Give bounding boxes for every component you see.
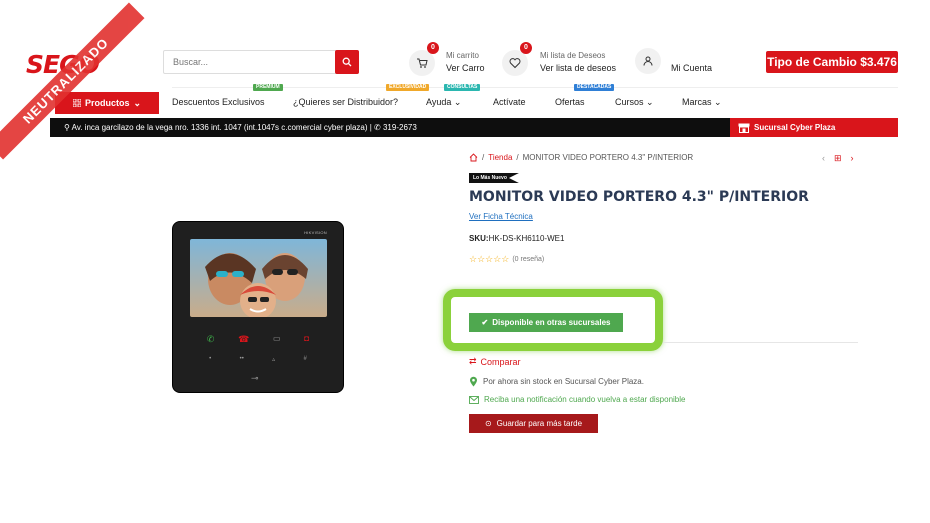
consultas-tag: CONSULTAS — [444, 84, 481, 91]
clock-icon: ⊙ — [484, 419, 492, 428]
sku: SKU:HK-DS-KH6110-WE1 — [469, 234, 564, 243]
review-count: (0 reseña) — [512, 256, 545, 263]
device-brand-label: HIKVISION — [304, 230, 327, 235]
cart-button[interactable]: 0 — [409, 42, 439, 76]
wishlist-button[interactable]: 0 — [502, 42, 532, 76]
exchange-rate-button[interactable]: Tipo de Cambio $3.476 — [766, 51, 898, 73]
grid-icon — [72, 99, 81, 107]
breadcrumb-current: MONITOR VIDEO PORTERO 4.3" P/INTERIOR — [522, 153, 694, 162]
stock-status: Por ahora sin stock en Sucursal Cyber Pl… — [469, 376, 644, 387]
nav-item-ayuda[interactable]: Ayuda ⌄ — [426, 97, 461, 108]
store-icon — [738, 123, 750, 133]
home-icon[interactable] — [469, 153, 478, 162]
dot-icon: • — [209, 356, 212, 362]
nav-cursos-label: Cursos — [615, 97, 644, 107]
chevron-down-icon: ⌄ — [133, 97, 142, 108]
compare-label: Comparar — [480, 356, 521, 367]
cart-count-badge: 0 — [427, 42, 439, 54]
key-icon: ⊸ — [251, 373, 259, 383]
search-button[interactable] — [335, 50, 359, 74]
triangle-icon: ▵ — [272, 357, 276, 363]
products-menu-button[interactable]: Productos ⌄ — [55, 92, 159, 114]
address-text: ⚲ Av. inca garcilazo de la vega nro. 133… — [64, 123, 417, 132]
destacadas-tag: DESTACADAS — [574, 84, 615, 91]
new-badge: Lo Más Nuevo — [469, 173, 519, 183]
account-link[interactable]: Mi Cuenta — [671, 62, 712, 75]
cart-label: Mi carrito — [446, 51, 479, 60]
chevron-down-icon: ⌄ — [646, 97, 654, 107]
user-icon — [643, 56, 653, 66]
nav-ayuda-label: Ayuda — [426, 97, 452, 107]
wishlist-link[interactable]: Mi lista de Deseos Ver lista de deseos — [540, 49, 616, 75]
heart-icon — [509, 58, 521, 69]
grid-view-icon[interactable]: ⊞ — [834, 153, 842, 164]
address-bar: ⚲ Av. inca garcilazo de la vega nro. 133… — [50, 118, 898, 137]
account-label: Mi Cuenta — [671, 63, 713, 73]
nav-item-cursos[interactable]: Cursos ⌄ — [615, 97, 654, 108]
cart-icon — [417, 58, 428, 68]
ellipsis-icon: •• — [239, 356, 244, 362]
account-button[interactable] — [635, 48, 661, 74]
device-screen-photo — [190, 239, 327, 317]
cart-link[interactable]: Mi carrito Ver Carro — [446, 49, 485, 75]
product-image[interactable]: HIKVISION ✆ ☎ ▭ ◘ • •• ▵ # ⊸ — [173, 222, 343, 392]
location-pin-icon: ⚲ — [64, 123, 70, 132]
address-line: Av. inca garcilazo de la vega nro. 1336 … — [71, 123, 372, 132]
location-pin-icon — [470, 376, 477, 387]
star-rating-icon: ☆☆☆☆☆ — [469, 254, 510, 264]
save-for-later-label: Guardar para más tarde — [496, 419, 583, 428]
search-box — [163, 50, 359, 74]
nav-marcas-label: Marcas — [682, 97, 712, 107]
bell-icon: ◘ — [304, 334, 310, 343]
hash-icon: # — [303, 356, 307, 362]
sku-label: SKU: — [469, 234, 489, 243]
divider — [663, 342, 858, 343]
next-product-icon[interactable]: › — [851, 153, 854, 164]
premium-tag: PREMIUM — [253, 84, 283, 91]
exclusividad-tag: EXCLUSIVIDAD — [386, 84, 430, 91]
sku-value: HK-DS-KH6110-WE1 — [488, 234, 565, 243]
availability-label: Disponible en otras sucursales — [492, 318, 611, 327]
view-wishlist-label: Ver lista de deseos — [540, 63, 617, 73]
availability-button[interactable]: ✔ Disponible en otras sucursales — [469, 313, 623, 332]
spec-sheet-link[interactable]: Ver Ficha Técnica — [469, 212, 533, 221]
nav-item-ofertas[interactable]: Ofertas — [555, 97, 585, 107]
phone-icon: ✆ — [374, 123, 381, 132]
save-for-later-button[interactable]: ⊙ Guardar para más tarde — [469, 414, 598, 433]
branch-label: Sucursal Cyber Plaza — [754, 123, 836, 132]
search-icon — [342, 57, 352, 67]
product-title: MONITOR VIDEO PORTERO 4.3" P/INTERIOR — [469, 189, 809, 205]
stock-status-text: Por ahora sin stock en Sucursal Cyber Pl… — [483, 377, 644, 386]
breadcrumb-store[interactable]: Tienda — [488, 153, 512, 162]
wishlist-count-badge: 0 — [520, 42, 532, 54]
call-hangup-icon: ☎ — [238, 334, 250, 344]
compare-arrows-icon: ⇄ — [469, 356, 477, 366]
notify-link[interactable]: Reciba una notificación cuando vuelva a … — [469, 395, 685, 404]
view-cart-label: Ver Carro — [446, 63, 485, 73]
compare-link[interactable]: ⇄ Comparar — [469, 356, 521, 367]
notify-label: Reciba una notificación cuando vuelva a … — [484, 395, 686, 404]
nav-item-activate[interactable]: Actívate — [493, 97, 526, 107]
product-pager: ‹ ⊞ › — [822, 153, 854, 164]
check-icon: ✔ — [481, 318, 489, 327]
search-input[interactable] — [164, 51, 336, 73]
nav-item-descuentos[interactable]: Descuentos Exclusivos — [172, 97, 265, 107]
breadcrumb-separator: / — [482, 153, 485, 162]
call-answer-icon: ✆ — [206, 334, 215, 344]
camera-icon: ▭ — [273, 334, 281, 343]
breadcrumb-separator: / — [516, 153, 519, 162]
products-menu-label: Productos — [84, 98, 130, 108]
envelope-icon — [469, 395, 479, 404]
nav-item-distribuidor[interactable]: ¿Quieres ser Distribuidor? — [293, 97, 398, 107]
branch-button[interactable]: Sucursal Cyber Plaza — [730, 118, 898, 137]
nav-item-marcas[interactable]: Marcas ⌄ — [682, 97, 722, 108]
rating[interactable]: ☆☆☆☆☆ (0 reseña) — [469, 254, 544, 265]
prev-product-icon[interactable]: ‹ — [822, 153, 825, 164]
chevron-down-icon: ⌄ — [453, 97, 462, 107]
phone-number[interactable]: 319-2673 — [383, 123, 417, 132]
chevron-down-icon: ⌄ — [714, 97, 722, 107]
breadcrumb: / Tienda / MONITOR VIDEO PORTERO 4.3" P/… — [469, 153, 693, 162]
wishlist-label: Mi lista de Deseos — [540, 51, 606, 60]
